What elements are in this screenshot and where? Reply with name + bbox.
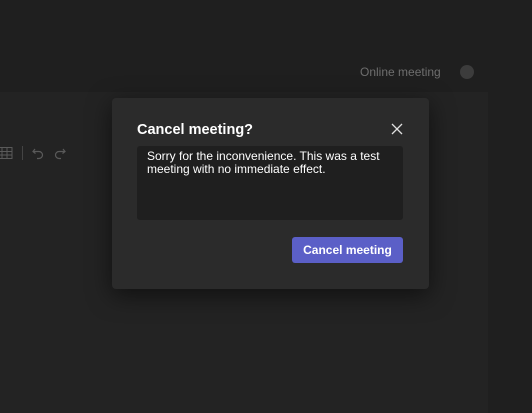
teams-window: Online meeting Cancel meeting? Sorry for… — [0, 0, 532, 413]
cancel-meeting-button[interactable]: Cancel meeting — [292, 237, 403, 263]
cancel-meeting-dialog: Cancel meeting? Sorry for the inconvenie… — [112, 98, 429, 289]
close-icon — [391, 123, 403, 135]
close-button[interactable] — [387, 119, 407, 139]
cancellation-message-input[interactable]: Sorry for the inconvenience. This was a … — [137, 146, 403, 220]
dialog-title: Cancel meeting? — [137, 122, 254, 138]
